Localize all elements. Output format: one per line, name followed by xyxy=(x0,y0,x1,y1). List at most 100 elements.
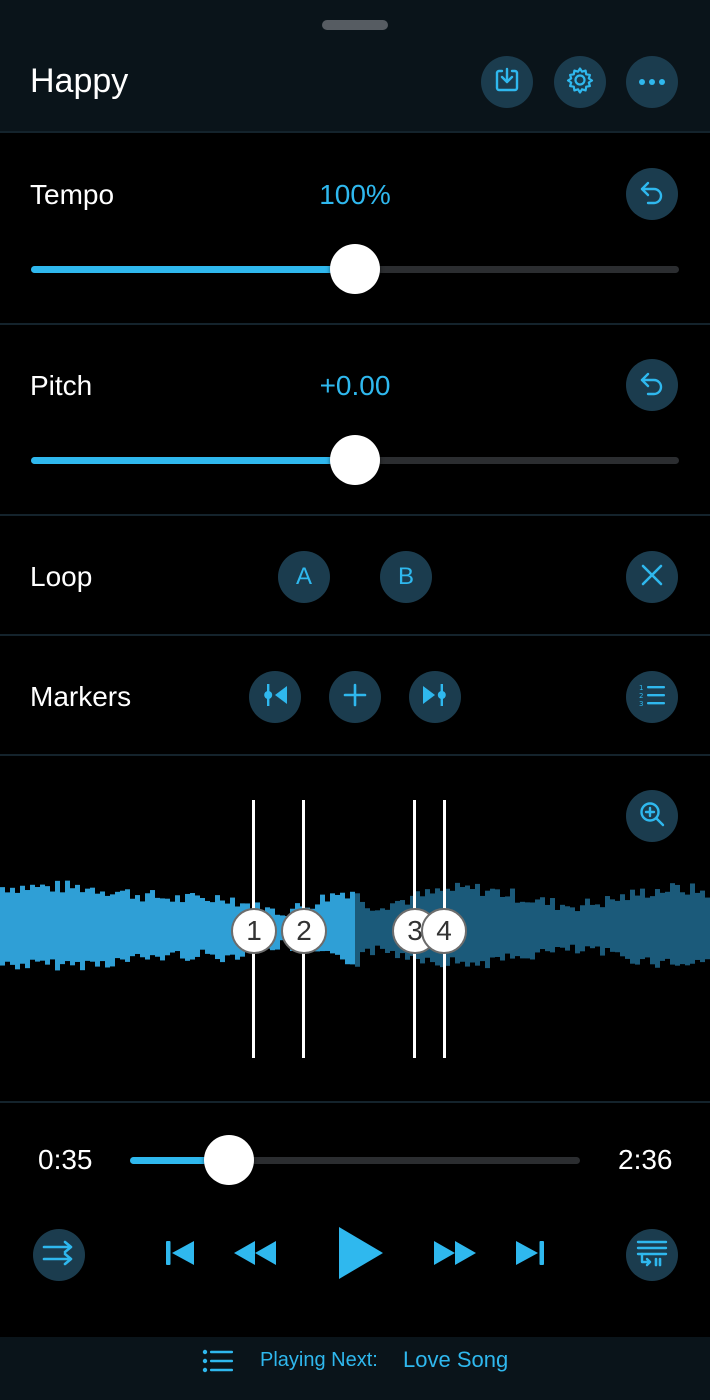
tempo-reset-button[interactable] xyxy=(626,168,678,220)
waveform-bar xyxy=(600,907,605,956)
waveform xyxy=(0,880,710,971)
waveform-bar xyxy=(190,893,195,960)
waveform-bar xyxy=(640,888,645,960)
waveform-bar xyxy=(200,897,205,950)
waveform-bar xyxy=(145,893,150,960)
pitch-reset-button[interactable] xyxy=(626,359,678,411)
waveform-bar xyxy=(530,902,535,960)
rewind-button[interactable] xyxy=(229,1237,281,1273)
progress-slider[interactable] xyxy=(130,1157,580,1164)
waveform-bar xyxy=(215,895,220,960)
shuffle-icon xyxy=(42,1240,76,1271)
svg-text:3: 3 xyxy=(639,700,643,708)
marker-list-button[interactable]: 1 2 3 xyxy=(626,671,678,723)
add-marker-button[interactable] xyxy=(329,671,381,723)
waveform-bar xyxy=(25,890,30,969)
transport-section xyxy=(0,1105,710,1337)
waveform-bar xyxy=(490,888,495,958)
marker-badge-1[interactable]: 1 xyxy=(231,908,277,954)
skip-forward-icon xyxy=(513,1239,547,1272)
loop-b-button[interactable]: B xyxy=(380,551,432,603)
waveform-bar xyxy=(45,886,50,965)
elapsed-time: 0:35 xyxy=(38,1144,93,1175)
more-button[interactable] xyxy=(626,56,678,108)
previous-marker-button[interactable] xyxy=(249,671,301,723)
waveform-bar xyxy=(470,889,475,963)
waveform-bar xyxy=(385,909,390,953)
waveform-bar xyxy=(60,892,65,965)
waveform-bar xyxy=(580,905,585,952)
queue-button[interactable] xyxy=(626,1229,678,1281)
play-button[interactable] xyxy=(326,1222,390,1288)
waveform-bar xyxy=(140,901,145,958)
waveform-bar xyxy=(675,884,680,966)
waveform-bar xyxy=(195,895,200,957)
waveform-bar xyxy=(705,897,710,960)
waveform-bar xyxy=(40,884,45,961)
waveform-bar xyxy=(485,890,490,969)
waveform-bar xyxy=(360,901,365,953)
waveform-bar xyxy=(650,896,655,965)
waveform-bar xyxy=(125,889,130,962)
skip-back-button[interactable] xyxy=(160,1237,200,1273)
total-time: 2:36 xyxy=(618,1144,673,1175)
waveform-bar xyxy=(160,898,165,961)
skip-back-icon xyxy=(163,1239,197,1272)
tempo-label: Tempo xyxy=(30,179,115,210)
rewind-icon xyxy=(231,1239,279,1272)
waveform-bar xyxy=(365,908,370,949)
download-button[interactable] xyxy=(481,56,533,108)
waveform-bar xyxy=(65,880,70,962)
tempo-slider-fill xyxy=(31,266,355,273)
settings-button[interactable] xyxy=(554,56,606,108)
waveform-bar xyxy=(130,898,135,957)
waveform-bar xyxy=(645,897,650,958)
waveform-bar xyxy=(370,910,375,956)
waveform-bar xyxy=(475,883,480,966)
close-icon xyxy=(640,563,664,592)
marker-badge-2[interactable]: 2 xyxy=(281,908,327,954)
tempo-slider-thumb[interactable] xyxy=(330,244,380,294)
waveform-bar xyxy=(575,911,580,954)
waveform-bar xyxy=(175,895,180,952)
waveform-bar xyxy=(480,895,485,962)
shuffle-button[interactable] xyxy=(33,1229,85,1281)
waveform-bar xyxy=(225,903,230,956)
skip-forward-button[interactable] xyxy=(510,1237,550,1273)
waveform-bar xyxy=(85,888,90,961)
waveform-bar xyxy=(565,906,570,951)
waveform-bar xyxy=(505,896,510,954)
waveform-bar xyxy=(135,895,140,954)
more-icon xyxy=(637,73,667,91)
loop-a-button[interactable]: A xyxy=(278,551,330,603)
zoom-button[interactable] xyxy=(626,790,678,842)
fast-forward-button[interactable] xyxy=(429,1237,481,1273)
waveform-bar xyxy=(0,887,5,966)
waveform-bar xyxy=(5,892,10,962)
playing-next-bar[interactable]: Playing Next: Love Song xyxy=(0,1337,710,1400)
waveform-bar xyxy=(620,894,625,957)
waveform-bar xyxy=(115,891,120,959)
waveform-bar xyxy=(655,889,660,968)
next-marker-button[interactable] xyxy=(409,671,461,723)
waveform-bar xyxy=(515,902,520,957)
waveform-bar xyxy=(70,888,75,966)
pitch-slider-thumb[interactable] xyxy=(330,435,380,485)
waveform-bar xyxy=(520,901,525,959)
marker-badge-4[interactable]: 4 xyxy=(421,908,467,954)
progress-slider-thumb[interactable] xyxy=(204,1135,254,1185)
waveform-bar xyxy=(90,887,95,962)
undo-icon xyxy=(638,179,666,210)
waveform-bar xyxy=(375,910,380,946)
waveform-bar xyxy=(210,902,215,955)
numbered-list-icon: 1 2 3 xyxy=(638,682,666,713)
loop-a-label: A xyxy=(295,563,312,590)
loop-clear-button[interactable] xyxy=(626,551,678,603)
waveform-bar xyxy=(550,898,555,953)
waveform-bar xyxy=(610,899,615,952)
waveform-section[interactable]: 1 2 3 4 xyxy=(0,757,710,1103)
previous-marker-icon xyxy=(260,682,290,713)
drag-handle[interactable] xyxy=(322,20,388,30)
waveform-bar xyxy=(120,890,125,960)
waveform-bar xyxy=(585,898,590,947)
